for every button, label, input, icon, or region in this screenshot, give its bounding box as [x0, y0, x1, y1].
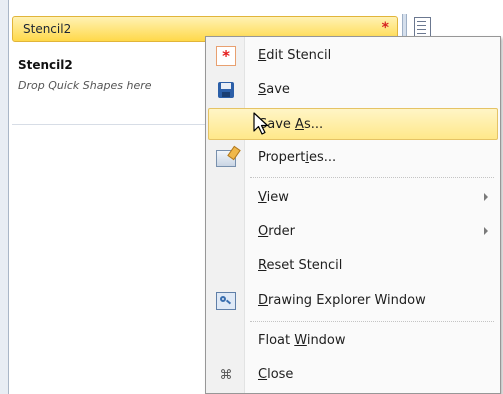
menu-item-view[interactable]: View — [208, 182, 498, 214]
quick-shapes-hint: Drop Quick Shapes here — [18, 79, 152, 92]
menu-item-save[interactable]: Save — [208, 74, 498, 106]
stencil-title: Stencil2 — [18, 58, 73, 72]
submenu-arrow-icon — [484, 227, 488, 235]
menu-separator — [250, 321, 494, 322]
menu-item-label: View — [258, 190, 289, 205]
menu-item-properties[interactable]: Properties... — [208, 142, 498, 174]
menu-item-float-window[interactable]: Float Window — [208, 325, 498, 357]
stencil-context-menu: * Edit Stencil Save Save As... Propertie… — [205, 36, 501, 394]
menu-item-save-as[interactable]: Save As... — [208, 108, 498, 140]
drawing-explorer-icon — [216, 291, 236, 311]
menu-item-close[interactable]: ⌘ Close — [208, 359, 498, 391]
properties-icon — [216, 148, 236, 168]
menu-item-label: Reset Stencil — [258, 258, 343, 273]
menu-item-drawing-explorer-window[interactable]: Drawing Explorer Window — [208, 285, 498, 317]
menu-item-edit-stencil[interactable]: * Edit Stencil — [208, 40, 498, 72]
edit-stencil-icon: * — [216, 46, 236, 66]
menu-item-label: Order — [258, 224, 295, 239]
menu-item-label: Edit Stencil — [258, 48, 332, 63]
menu-item-reset-stencil[interactable]: Reset Stencil — [208, 250, 498, 282]
menu-separator — [250, 177, 494, 178]
submenu-arrow-icon — [484, 193, 488, 201]
mouse-pointer-icon — [253, 112, 269, 135]
menu-item-label: Close — [258, 367, 294, 382]
save-icon — [216, 80, 236, 100]
visio-stencil-window: Stencil2 * Stencil2 Drop Quick Shapes he… — [0, 0, 503, 394]
menu-item-order[interactable]: Order — [208, 216, 498, 248]
close-icon: ⌘ — [219, 367, 233, 383]
menu-item-label: Properties... — [258, 150, 337, 165]
menu-item-label: Save — [258, 82, 290, 97]
stencil-tab-label: Stencil2 — [23, 22, 72, 36]
menu-item-label: Float Window — [258, 333, 346, 348]
menu-item-label: Drawing Explorer Window — [258, 293, 426, 308]
window-left-border — [0, 0, 9, 394]
stencil-unsaved-marker: * — [381, 20, 389, 36]
